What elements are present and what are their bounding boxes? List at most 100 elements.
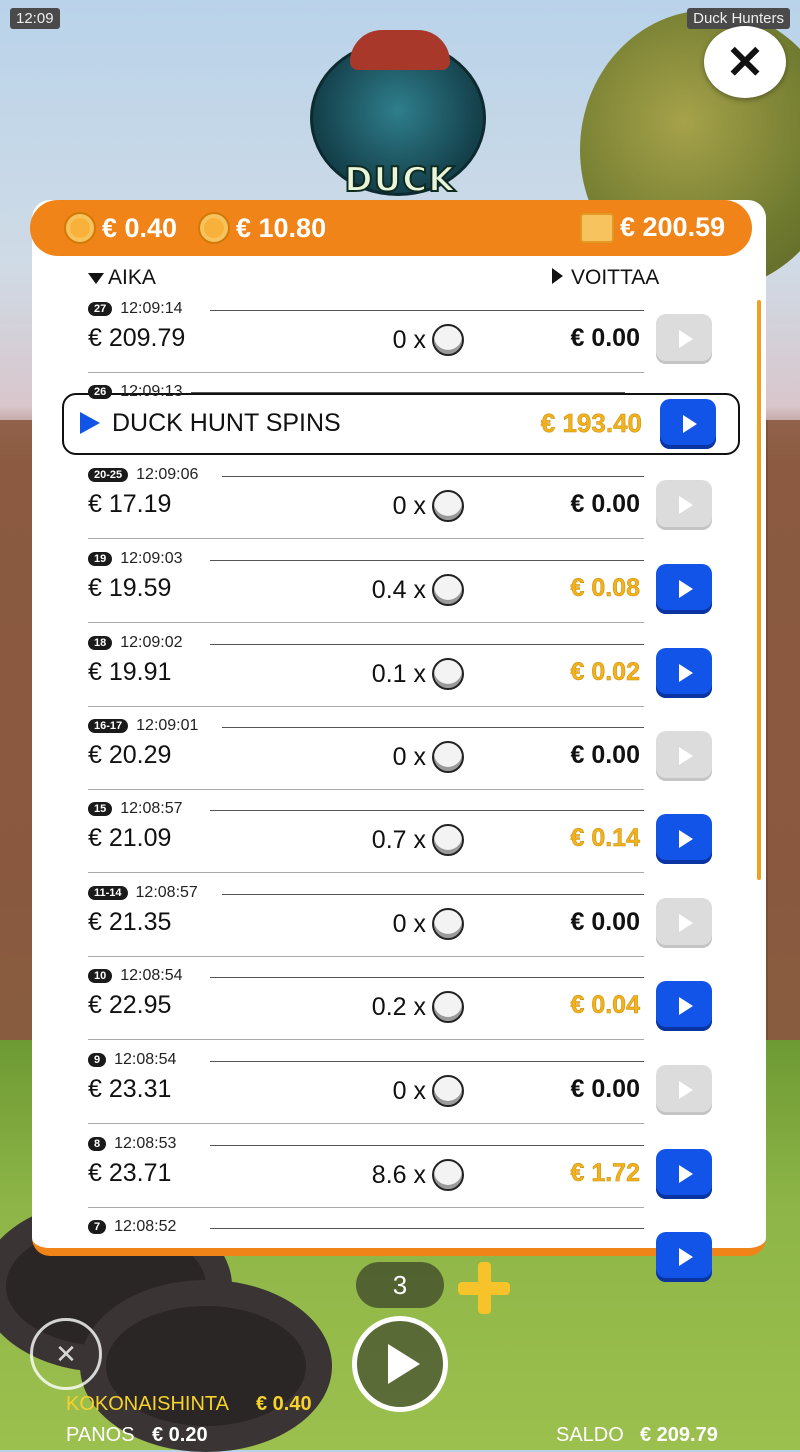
coin-icon [432,658,464,690]
total-price-label: KOKONAISHINTA [66,1393,229,1415]
multiplier-value: 0 x [392,325,426,354]
row-separator [88,622,644,623]
row-meta: 18 12:09:02 [88,634,183,652]
scrollbar[interactable] [757,300,761,880]
history-row: 18 12:09:02 € 19.91 0.1 x € 0.02 [88,634,714,714]
play-icon [678,580,693,598]
coin-icon [432,741,464,773]
round-win: € 0.00 [570,1075,640,1103]
sound-off-icon: ✕ [55,1338,77,1369]
bonus-row[interactable]: DUCK HUNT SPINS € 193.40 [62,393,740,455]
divider [210,560,644,561]
round-time: 12:09:01 [136,717,199,734]
row-meta: 8 12:08:53 [88,1135,176,1153]
total-price-value: € 0.40 [256,1393,312,1415]
round-balance: € 21.35 [88,908,172,936]
round-win: € 0.02 [570,658,640,687]
balance-value: € 209.79 [640,1424,718,1446]
round-time: 12:08:52 [114,1218,177,1235]
bonus-play-icon [80,412,100,434]
round-multiplier: 0.1 x [372,658,464,690]
round-index: 27 [88,302,113,316]
round-time: 12:09:06 [136,466,199,483]
bonus-win: € 193.40 [540,408,643,439]
round-time: 12:09:02 [120,634,183,651]
total-bet-summary: € 10.80 [198,212,326,244]
win-col-label: VOITTAA [571,266,660,289]
sort-right-icon [552,268,563,284]
divider [210,310,644,311]
history-row: 16-17 12:09:01 € 20.29 0 x € 0.00 [88,717,714,797]
round-balance: € 20.29 [88,741,172,769]
row-meta: 9 12:08:54 [88,1051,176,1069]
replay-button[interactable] [656,1149,712,1199]
row-separator [88,789,644,790]
row-meta: 7 12:08:52 [88,1218,176,1236]
replay-button[interactable] [660,399,716,449]
sort-down-icon [88,273,104,284]
autoplay-count[interactable]: 3 [356,1262,444,1308]
sound-toggle-button[interactable]: ✕ [30,1318,102,1390]
round-time: 12:08:54 [120,967,183,984]
round-index: 11-14 [88,886,128,900]
row-meta: 15 12:08:57 [88,800,183,818]
coin-icon [64,212,96,244]
divider [210,644,644,645]
replay-button[interactable] [656,814,712,864]
play-icon [678,1165,693,1183]
spin-button[interactable] [352,1316,448,1412]
replay-button[interactable] [656,981,712,1031]
history-row: 19 12:09:03 € 19.59 0.4 x € 0.08 [88,550,714,630]
multiplier-value: 0.1 x [371,659,426,688]
row-meta: 11-14 12:08:57 [88,884,198,902]
time-col-label: AIKA [108,266,156,289]
divider [222,894,644,895]
round-multiplier: 0 x [393,1075,464,1107]
coin-icon [432,908,464,940]
sort-time-header[interactable]: AIKA [88,266,156,290]
bonus-time: 12:09:13 [120,383,183,400]
replay-button[interactable] [656,564,712,614]
replay-button [656,1065,712,1115]
divider [222,476,644,477]
round-index: 7 [88,1220,107,1234]
coin-icon [198,212,230,244]
round-win: € 1.72 [570,1159,640,1188]
row-separator [88,372,644,373]
round-win: € 0.14 [570,824,640,853]
multiplier-value: 0.4 x [371,575,426,604]
coin-icon [432,824,464,856]
round-win: € 0.00 [570,490,640,518]
round-index: 20-25 [88,468,129,482]
sort-win-header[interactable]: VOITTAA [552,266,659,290]
coin-icon [432,1159,464,1191]
close-button[interactable]: ✕ [704,26,786,98]
replay-button[interactable] [656,648,712,698]
round-balance: € 23.71 [88,1159,172,1187]
replay-button[interactable] [656,1232,712,1282]
round-win: € 0.00 [570,741,640,769]
bonus-index: 26 [88,385,113,399]
round-balance: € 22.95 [88,991,172,1019]
bonus-label: DUCK HUNT SPINS [112,409,341,437]
round-balance: € 17.19 [88,490,172,518]
play-icon [388,1344,420,1384]
round-time: 12:08:57 [135,884,198,901]
round-win: € 0.04 [570,991,640,1020]
play-icon [682,415,697,433]
round-index: 16-17 [88,719,129,733]
round-win: € 0.00 [570,908,640,936]
row-meta: 16-17 12:09:01 [88,717,198,735]
row-separator [88,538,644,539]
status-time: 12:09 [10,8,60,29]
round-index: 10 [88,969,113,983]
replay-button [656,731,712,781]
round-index: 18 [88,636,113,650]
row-separator [88,1123,644,1124]
row-separator [88,872,644,873]
round-balance: € 19.91 [88,658,172,686]
row-meta: 19 12:09:03 [88,550,183,568]
row-separator [88,956,644,957]
duck-hat-icon [350,30,450,70]
plus-icon[interactable] [458,1262,510,1314]
